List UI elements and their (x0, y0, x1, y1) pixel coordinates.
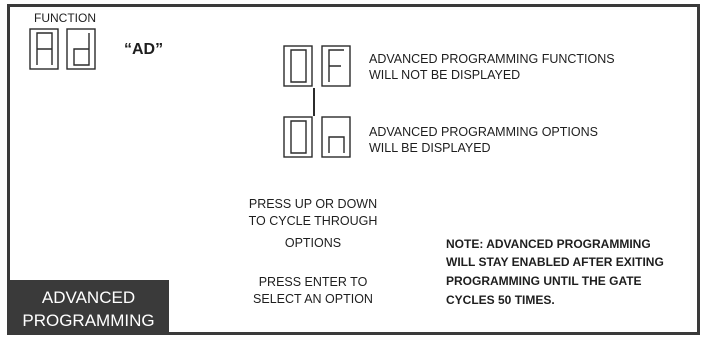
seven-segment-digit-o-off (283, 45, 313, 87)
seven-segment-digit-f (321, 45, 351, 87)
seven-segment-digit-a (29, 28, 59, 70)
cycle-instruction-line-2: TO CYCLE THROUGH (248, 214, 378, 228)
select-instruction-line-1: PRESS ENTER TO (258, 275, 368, 289)
note-line-2: WILL STAY ENABLED AFTER EXITING (446, 255, 664, 269)
option-on-line-1: ADVANCED PROGRAMMING OPTIONS (369, 125, 598, 139)
badge-line-2: PROGRAMMING (22, 311, 155, 330)
cycle-instruction-line-1: PRESS UP OR DOWN (248, 197, 378, 211)
cycle-instruction-line-3: OPTIONS (284, 236, 342, 250)
seven-segment-digit-o-on (283, 116, 313, 158)
advanced-programming-badge: ADVANCED PROGRAMMING (8, 280, 169, 334)
option-on-line-2: WILL BE DISPLAYED (369, 141, 491, 155)
seven-segment-digit-d (66, 28, 96, 70)
function-code: “AD” (124, 41, 164, 58)
note-line-1: NOTE: ADVANCED PROGRAMMING (446, 237, 651, 251)
diagram-canvas: FUNCTION “AD” ADVANCED PROGRAMMING FUNCT… (0, 0, 710, 341)
function-label: FUNCTION (34, 11, 96, 25)
seven-segment-digit-n (321, 116, 351, 158)
badge-line-1: ADVANCED (41, 288, 136, 307)
option-connector-line (313, 88, 315, 116)
select-instruction-line-2: SELECT AN OPTION (253, 292, 373, 306)
option-off-line-1: ADVANCED PROGRAMMING FUNCTIONS (369, 52, 615, 66)
note-line-3: PROGRAMMING UNTIL THE GATE (446, 274, 642, 288)
note-line-4: CYCLES 50 TIMES. (446, 293, 555, 307)
option-off-line-2: WILL NOT BE DISPLAYED (369, 68, 521, 82)
